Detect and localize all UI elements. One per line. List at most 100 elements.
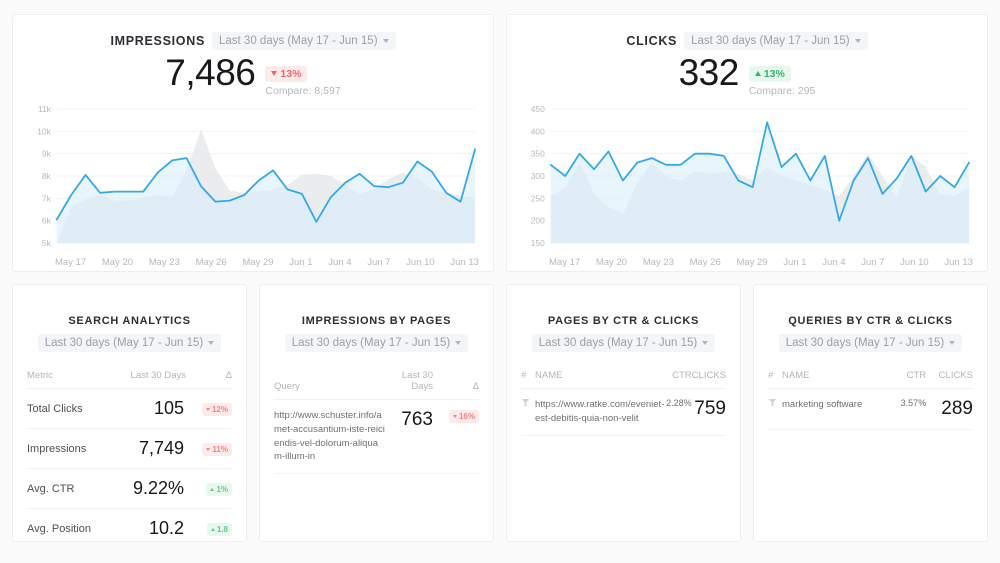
queries-by-ctr-clicks-card: QUERIES BY CTR & CLICKS Last 30 days (Ma…	[753, 284, 988, 542]
range-label: Last 30 days (May 17 - Jun 15)	[785, 337, 945, 349]
chevron-down-icon	[382, 39, 389, 43]
impressions-chart-svg: 5k 6k 7k 8k 9k 10k 11k	[37, 103, 476, 248]
row-icon-cell	[768, 388, 782, 430]
queries-by-ctr-clicks-header: QUERIES BY CTR & CLICKS Last 30 days (Ma…	[768, 285, 973, 352]
queries-by-ctr-clicks-range-selector[interactable]: Last 30 days (May 17 - Jun 15)	[778, 334, 963, 352]
xaxis-tick-label: Jun 10	[406, 256, 435, 268]
impressions-delta-value: 13%	[280, 67, 302, 80]
chevron-down-icon	[208, 341, 215, 345]
xaxis-tick-label: May 20	[595, 256, 628, 268]
impressions-by-pages-range-selector[interactable]: Last 30 days (May 17 - Jun 15)	[284, 334, 469, 352]
col-query: Query	[274, 370, 385, 400]
search-analytics-range-selector[interactable]: Last 30 days (May 17 - Jun 15)	[37, 334, 222, 352]
pages-by-ctr-clicks-range-selector[interactable]: Last 30 days (May 17 - Jun 15)	[531, 334, 716, 352]
clicks-current-area	[550, 121, 970, 243]
triangle-down-icon	[205, 407, 210, 411]
table-header-row: Query Last 30 Days Δ	[274, 370, 479, 400]
svg-text:11k: 11k	[38, 103, 52, 113]
table-header-row: Metric Last 30 Days Δ	[27, 370, 232, 389]
clicks-value: 759	[691, 388, 726, 436]
table-row[interactable]: https://www.ratke.com/eveniet-est-debiti…	[521, 388, 726, 436]
clicks-xaxis: May 17 May 20 May 23 May 26 May 29 Jun 1 Jun 4…	[549, 257, 973, 268]
table-row[interactable]: Total Clicks 105 12%	[27, 388, 232, 429]
clicks-value-row: 332 13% Compare: 295	[507, 53, 987, 97]
impressions-by-pages-table: Query Last 30 Days Δ http://www.schuster…	[274, 370, 479, 475]
impressions-by-pages-title: IMPRESSIONS BY PAGES	[301, 315, 452, 327]
value-text: 759	[694, 398, 726, 419]
pages-by-ctr-clicks-card: PAGES BY CTR & CLICKS Last 30 days (May …	[506, 284, 741, 542]
item-name[interactable]: marketing software	[782, 388, 892, 430]
svg-text:200: 200	[531, 215, 545, 225]
chevron-down-icon	[702, 341, 709, 345]
clicks-chart[interactable]: 150 200 250 300 350 400 450	[521, 103, 973, 253]
pages-by-ctr-clicks-body: https://www.ratke.com/eveniet-est-debiti…	[521, 388, 726, 436]
impressions-title: IMPRESSIONS	[110, 34, 205, 48]
clicks-header: CLICKS Last 30 days (May 17 - Jun 15)	[507, 15, 987, 50]
search-analytics-title: SEARCH ANALYTICS	[68, 315, 191, 327]
triangle-down-icon	[271, 71, 278, 76]
pages-by-ctr-clicks-title: PAGES BY CTR & CLICKS	[547, 315, 700, 327]
impressions-compare: Compare: 8,597	[265, 84, 341, 97]
search-analytics-body: Total Clicks 105 12% Impressions 7,749 11% Avg…	[27, 388, 232, 541]
clicks-delta-value: 13%	[763, 67, 785, 80]
table-header-row: # NAME CTR CLICKS	[521, 370, 726, 389]
clicks-delta-group: 13% Compare: 295	[748, 54, 815, 97]
svg-text:7k: 7k	[42, 193, 52, 203]
xaxis-tick-label: May 20	[101, 256, 134, 268]
metric-label: Total Clicks	[27, 388, 113, 429]
favicon-icon	[521, 398, 530, 408]
row-icon-cell	[521, 388, 535, 436]
xaxis-tick-label: May 23	[148, 256, 180, 268]
impressions-by-pages-range-wrap: Last 30 days (May 17 - Jun 15)	[284, 334, 469, 352]
table-row[interactable]: Impressions 7,749 11%	[27, 428, 232, 469]
pages-by-ctr-clicks-range-wrap: Last 30 days (May 17 - Jun 15)	[531, 334, 716, 352]
triangle-up-icon	[210, 487, 215, 491]
col-last30: Last 30 Days	[112, 370, 186, 389]
delta-value: 11%	[212, 444, 228, 454]
table-row[interactable]: Avg. Position 10.2 1.8	[27, 508, 232, 541]
xaxis-tick-label: Jun 13	[450, 256, 479, 268]
metric-delta: 12%	[186, 388, 232, 429]
range-label: Last 30 days (May 17 - Jun 15)	[219, 35, 378, 47]
impressions-range-selector[interactable]: Last 30 days (May 17 - Jun 15)	[212, 32, 396, 50]
table-row[interactable]: Avg. CTR 9.22% 1%	[27, 468, 232, 509]
impressions-value-row: 7,486 13% Compare: 8,597	[13, 53, 493, 97]
impressions-chart[interactable]: 5k 6k 7k 8k 9k 10k 11k	[27, 103, 479, 253]
impressions-xaxis: May 17 May 20 May 23 May 26 May 29 Jun 1 Jun 4…	[55, 257, 479, 268]
ctr-value: 3.57%	[891, 388, 927, 430]
delta-badge: 11%	[202, 442, 232, 456]
clicks-delta-badge: 13%	[748, 65, 791, 82]
item-name[interactable]: https://www.ratke.com/eveniet-est-debiti…	[535, 388, 667, 436]
delta-badge: 1%	[206, 482, 232, 496]
value-text: 289	[941, 398, 973, 419]
clicks-value: 289	[926, 388, 973, 430]
range-label: Last 30 days (May 17 - Jun 15)	[44, 337, 204, 349]
delta-value: 16%	[458, 412, 475, 421]
xaxis-tick-label: Jun 4	[328, 256, 352, 268]
metric-label: Avg. Position	[27, 508, 113, 541]
queries-by-ctr-clicks-range-wrap: Last 30 days (May 17 - Jun 15)	[778, 334, 963, 352]
delta-badge: 16%	[448, 410, 479, 423]
bottom-row: SEARCH ANALYTICS Last 30 days (May 17 - …	[12, 284, 988, 542]
metric-value: 9.22%	[112, 468, 186, 509]
impressions-current-area	[56, 148, 476, 243]
metric-delta: 1.8	[186, 508, 232, 541]
chevron-down-icon	[854, 39, 861, 43]
svg-text:250: 250	[531, 193, 545, 203]
triangle-up-icon	[210, 527, 215, 531]
impressions-header: IMPRESSIONS Last 30 days (May 17 - Jun 1…	[13, 15, 493, 50]
col-hash: #	[521, 370, 535, 389]
clicks-range-selector[interactable]: Last 30 days (May 17 - Jun 15)	[684, 32, 868, 50]
clicks-title: CLICKS	[626, 34, 678, 48]
queries-by-ctr-clicks-body: marketing software 3.57% 289	[768, 388, 973, 430]
svg-text:300: 300	[531, 170, 545, 180]
table-row[interactable]: marketing software 3.57% 289	[768, 388, 973, 430]
table-row[interactable]: http://www.schuster.info/amet-accusantiu…	[274, 399, 479, 475]
table-header-row: # NAME CTR CLICKS	[768, 370, 973, 389]
clicks-yticks: 150 200 250 300 350 400 450	[531, 103, 545, 247]
top-row: IMPRESSIONS Last 30 days (May 17 - Jun 1…	[12, 14, 988, 272]
impressions-count: 763	[385, 399, 433, 475]
triangle-up-icon	[754, 71, 761, 76]
xaxis-tick-label: May 23	[642, 256, 674, 268]
page-url[interactable]: http://www.schuster.info/amet-accusantiu…	[274, 399, 385, 475]
